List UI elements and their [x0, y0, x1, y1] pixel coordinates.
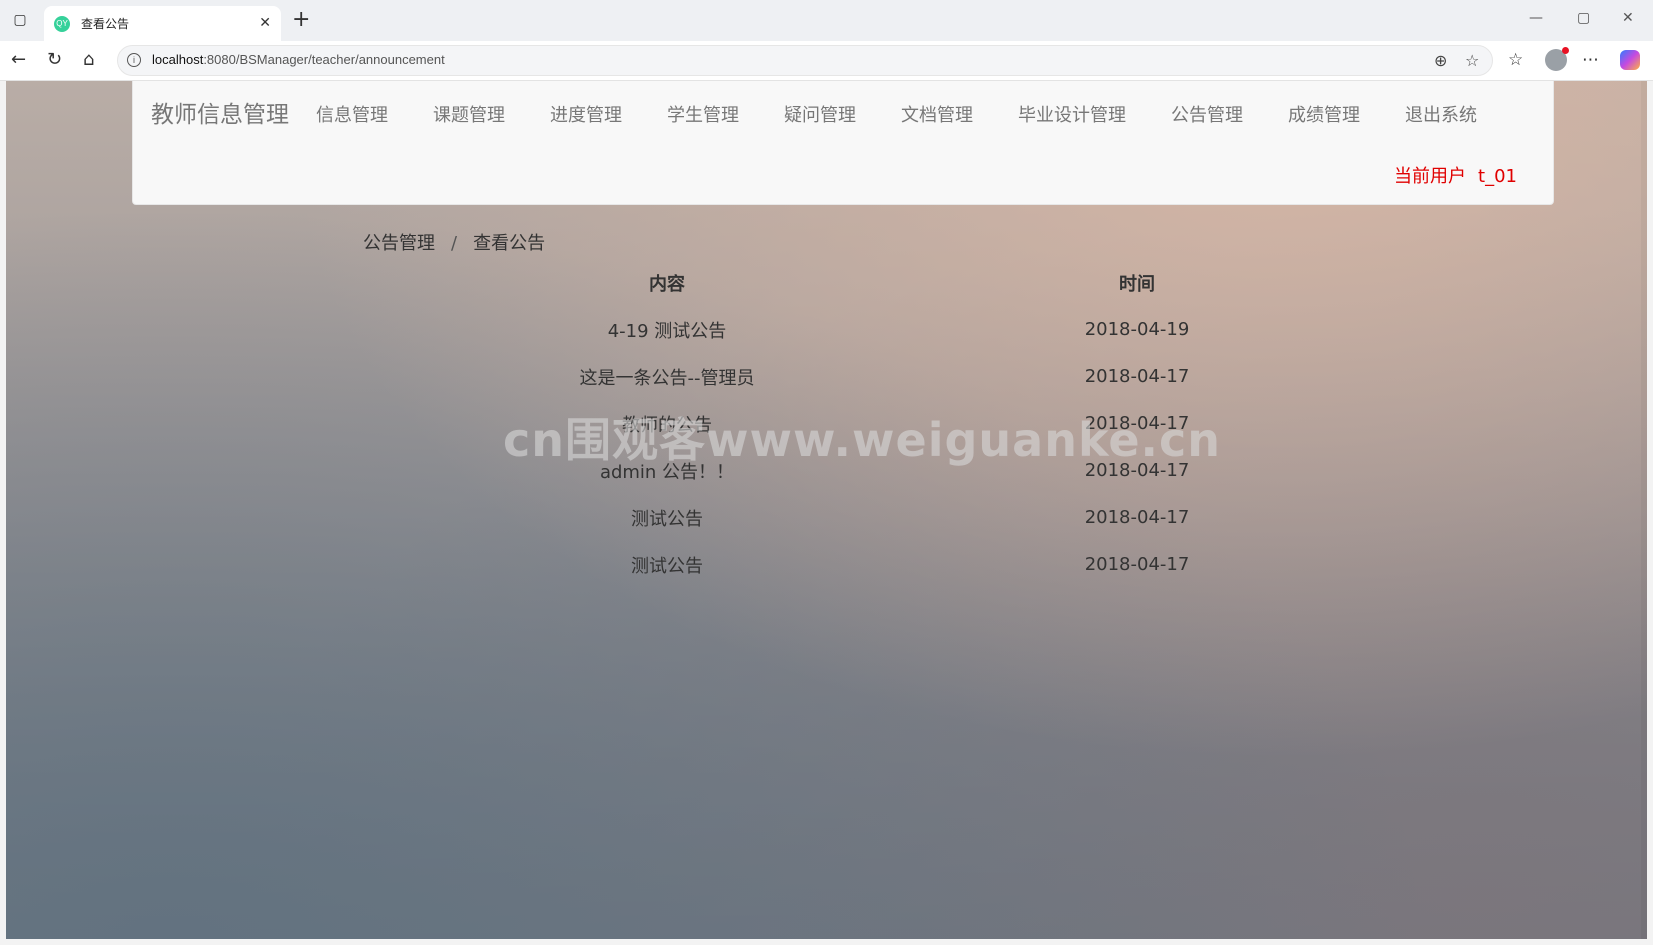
current-user-name: t_01	[1478, 166, 1517, 187]
menu-item-grades[interactable]: 成绩管理	[1288, 101, 1360, 127]
current-user-label: 当前用户	[1394, 166, 1467, 187]
more-icon[interactable]: ⋯	[1582, 50, 1599, 70]
announcement-time: 2018-04-17	[1084, 366, 1190, 387]
table-row: 这是一条公告--管理员 2018-04-17	[431, 353, 1371, 400]
url-host: localhost	[152, 52, 204, 67]
announcement-content: 这是一条公告--管理员	[579, 367, 755, 389]
table-row: 测试公告 2018-04-17	[431, 541, 1371, 588]
breadcrumb-current: 查看公告	[473, 233, 546, 254]
top-navbar: 教师信息管理 信息管理 课题管理 进度管理 学生管理 疑问管理 文档管理 毕业设…	[132, 81, 1554, 205]
current-user: 当前用户 t_01	[1394, 162, 1517, 188]
announcement-time: 2018-04-19	[1084, 319, 1190, 340]
breadcrumb-separator: /	[451, 233, 458, 254]
minimize-icon[interactable]: —	[1529, 10, 1543, 26]
site-info-icon[interactable]: i	[127, 53, 141, 67]
close-icon[interactable]: ✕	[1622, 10, 1634, 26]
menu-item-info[interactable]: 信息管理	[316, 101, 388, 127]
browser-tab-bar: ▢ QY 查看公告 ✕ + — ▢ ✕	[0, 0, 1653, 41]
reload-icon[interactable]: ↻	[47, 50, 62, 70]
breadcrumb: 公告管理 / 查看公告	[363, 229, 545, 255]
plus-icon[interactable]: +	[292, 8, 310, 32]
announcement-time: 2018-04-17	[1084, 554, 1190, 575]
announcement-time: 2018-04-17	[1084, 507, 1190, 528]
table-header-row: 内容 时间	[431, 259, 1371, 306]
announcement-content: 测试公告	[631, 508, 703, 530]
favorites-icon[interactable]: ☆	[1508, 50, 1523, 70]
menu-item-documents[interactable]: 文档管理	[901, 101, 973, 127]
menu-item-progress[interactable]: 进度管理	[550, 101, 622, 127]
column-header-content: 内容	[649, 273, 685, 295]
announcement-content: 4-19 测试公告	[607, 320, 727, 342]
announcement-content: 测试公告	[631, 555, 703, 577]
zoom-icon[interactable]: ⊕	[1434, 51, 1447, 70]
back-arrow-icon[interactable]: ←	[11, 50, 26, 70]
menu-item-announcements[interactable]: 公告管理	[1171, 101, 1243, 127]
main-menu: 信息管理 课题管理 进度管理 学生管理 疑问管理 文档管理 毕业设计管理 公告管…	[316, 101, 1522, 127]
breadcrumb-parent[interactable]: 公告管理	[363, 233, 435, 254]
url-text[interactable]: localhost:8080/BSManager/teacher/announc…	[152, 52, 445, 67]
brand-title[interactable]: 教师信息管理	[151, 95, 289, 129]
table-row: 4-19 测试公告 2018-04-19	[431, 306, 1371, 353]
site-watermark: cn围观客www.weiguanke.cn	[503, 413, 1222, 467]
favicon-icon: QY	[54, 15, 70, 32]
menu-item-logout[interactable]: 退出系统	[1405, 101, 1477, 127]
star-icon[interactable]: ☆	[1465, 51, 1479, 70]
browser-toolbar: ← ↻ ⌂ i localhost:8080/BSManager/teacher…	[0, 41, 1653, 81]
home-icon[interactable]: ⌂	[83, 50, 94, 70]
url-path: :8080/BSManager/teacher/announcement	[203, 52, 445, 67]
tab-actions-icon[interactable]: ▢	[10, 11, 30, 29]
tab-title: 查看公告	[81, 17, 130, 31]
copilot-icon[interactable]	[1620, 50, 1640, 70]
menu-item-students[interactable]: 学生管理	[667, 101, 739, 127]
page-viewport: 教师信息管理 信息管理 课题管理 进度管理 学生管理 疑问管理 文档管理 毕业设…	[6, 81, 1647, 939]
tab-close-icon[interactable]: ✕	[259, 15, 271, 31]
page-scrollbar[interactable]	[1641, 81, 1647, 939]
menu-item-topic[interactable]: 课题管理	[433, 101, 505, 127]
address-bar[interactable]: i localhost:8080/BSManager/teacher/annou…	[117, 45, 1493, 76]
table-row: 测试公告 2018-04-17	[431, 494, 1371, 541]
column-header-time: 时间	[1119, 273, 1155, 295]
menu-item-questions[interactable]: 疑问管理	[784, 101, 856, 127]
profile-avatar-icon[interactable]	[1545, 47, 1569, 71]
maximize-icon[interactable]: ▢	[1577, 10, 1590, 26]
browser-tab[interactable]: QY 查看公告 ✕	[44, 6, 281, 41]
menu-item-graduation-design[interactable]: 毕业设计管理	[1018, 101, 1126, 127]
